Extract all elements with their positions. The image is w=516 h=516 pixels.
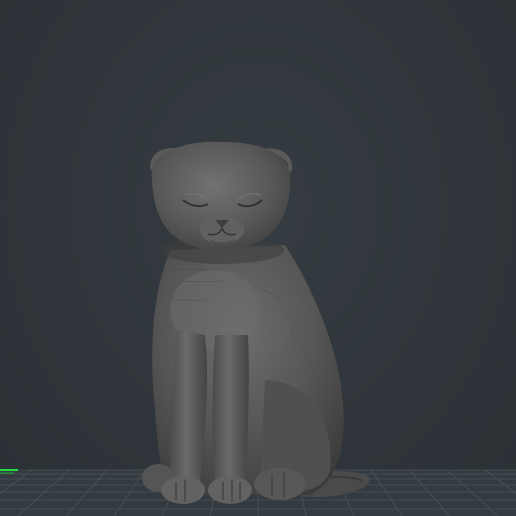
cat-front-leg-right: [212, 335, 249, 482]
cat-model[interactable]: [142, 141, 371, 504]
scene-canvas[interactable]: [0, 0, 516, 516]
3d-viewport[interactable]: [0, 0, 516, 516]
cat-head: [150, 141, 293, 252]
